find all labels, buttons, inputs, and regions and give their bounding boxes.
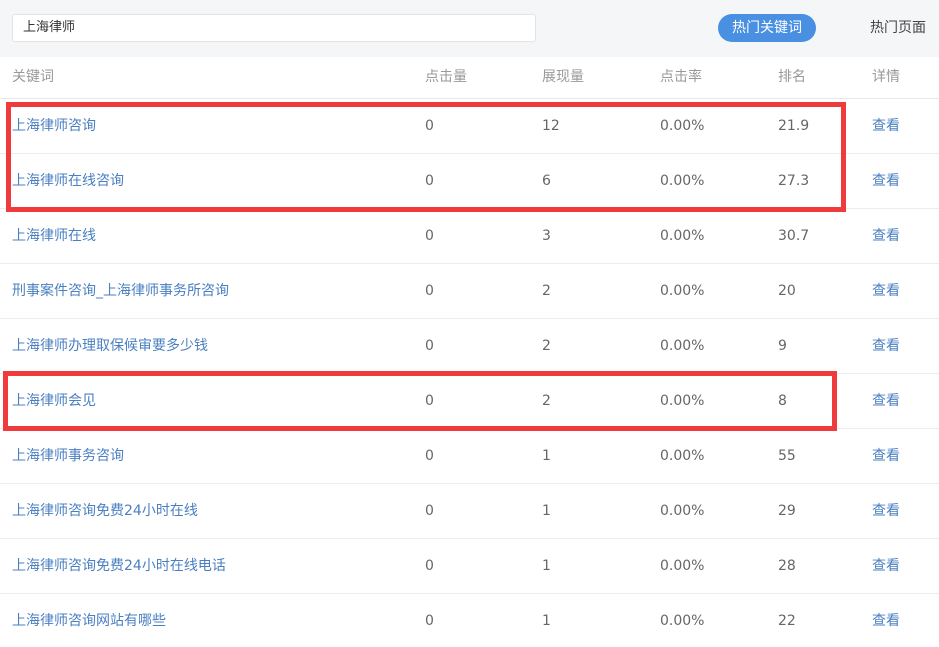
clicks-value: 0 — [425, 558, 434, 574]
view-detail-link[interactable]: 查看 — [872, 99, 900, 154]
clicks-value: 0 — [425, 228, 434, 244]
impressions-value: 1 — [542, 448, 551, 464]
impressions-value: 1 — [542, 558, 551, 574]
impressions-value: 2 — [542, 338, 551, 354]
header-rank: 排名 — [778, 69, 806, 85]
keyword-link[interactable]: 刑事案件咨询_上海律师事务所咨询 — [12, 264, 229, 319]
view-detail-link[interactable]: 查看 — [872, 264, 900, 319]
clicks-value: 0 — [425, 448, 434, 464]
keyword-link[interactable]: 上海律师咨询免费24小时在线电话 — [12, 539, 226, 594]
rank-value: 28 — [778, 558, 796, 574]
keyword-link[interactable]: 上海律师咨询免费24小时在线 — [12, 484, 198, 539]
search-input[interactable]: 上海律师 — [12, 14, 536, 42]
header-impressions: 展现量 — [542, 69, 584, 85]
ctr-value: 0.00% — [660, 558, 705, 574]
top-toolbar: 上海律师 热门关键词 热门页面 — [0, 0, 939, 57]
impressions-value: 1 — [542, 613, 551, 629]
view-detail-link[interactable]: 查看 — [872, 594, 900, 647]
impressions-value: 2 — [542, 283, 551, 299]
view-detail-link[interactable]: 查看 — [872, 154, 900, 209]
highlight-box — [6, 102, 846, 212]
rank-value: 9 — [778, 338, 787, 354]
rank-value: 29 — [778, 503, 796, 519]
view-detail-link[interactable]: 查看 — [872, 484, 900, 539]
table-row: 上海律师办理取保候审要多少钱 0 2 0.00% 9 查看 — [0, 319, 939, 374]
view-detail-link[interactable]: 查看 — [872, 429, 900, 484]
clicks-value: 0 — [425, 503, 434, 519]
clicks-value: 0 — [425, 283, 434, 299]
view-detail-link[interactable]: 查看 — [872, 374, 900, 429]
impressions-value: 3 — [542, 228, 551, 244]
table-header: 关键词 点击量 展现量 点击率 排名 详情 — [0, 57, 939, 99]
keyword-link[interactable]: 上海律师办理取保候审要多少钱 — [12, 319, 208, 374]
ctr-value: 0.00% — [660, 283, 705, 299]
keyword-link[interactable]: 上海律师在线 — [12, 209, 96, 264]
header-detail: 详情 — [872, 69, 900, 85]
table-row: 上海律师咨询免费24小时在线 0 1 0.00% 29 查看 — [0, 484, 939, 539]
ctr-value: 0.00% — [660, 338, 705, 354]
table-row: 上海律师事务咨询 0 1 0.00% 55 查看 — [0, 429, 939, 484]
table-row: 上海律师咨询免费24小时在线电话 0 1 0.00% 28 查看 — [0, 539, 939, 594]
keyword-link[interactable]: 上海律师咨询网站有哪些 — [12, 594, 166, 647]
impressions-value: 1 — [542, 503, 551, 519]
table-row: 刑事案件咨询_上海律师事务所咨询 0 2 0.00% 20 查看 — [0, 264, 939, 319]
clicks-value: 0 — [425, 613, 434, 629]
tab-hot-keywords[interactable]: 热门关键词 — [718, 14, 816, 42]
table-row: 上海律师咨询网站有哪些 0 1 0.00% 22 查看 — [0, 594, 939, 647]
ctr-value: 0.00% — [660, 228, 705, 244]
view-detail-link[interactable]: 查看 — [872, 539, 900, 594]
rank-value: 30.7 — [778, 228, 810, 244]
header-keyword: 关键词 — [12, 69, 54, 85]
ctr-value: 0.00% — [660, 448, 705, 464]
rank-value: 55 — [778, 448, 796, 464]
view-detail-link[interactable]: 查看 — [872, 319, 900, 374]
tab-hot-pages[interactable]: 热门页面 — [862, 14, 934, 42]
view-detail-link[interactable]: 查看 — [872, 209, 900, 264]
ctr-value: 0.00% — [660, 613, 705, 629]
clicks-value: 0 — [425, 338, 434, 354]
highlight-box — [3, 371, 837, 431]
header-clicks: 点击量 — [425, 69, 467, 85]
keyword-link[interactable]: 上海律师事务咨询 — [12, 429, 124, 484]
header-ctr: 点击率 — [660, 69, 702, 85]
ctr-value: 0.00% — [660, 503, 705, 519]
rank-value: 20 — [778, 283, 796, 299]
rank-value: 22 — [778, 613, 796, 629]
table-row: 上海律师在线 0 3 0.00% 30.7 查看 — [0, 209, 939, 264]
